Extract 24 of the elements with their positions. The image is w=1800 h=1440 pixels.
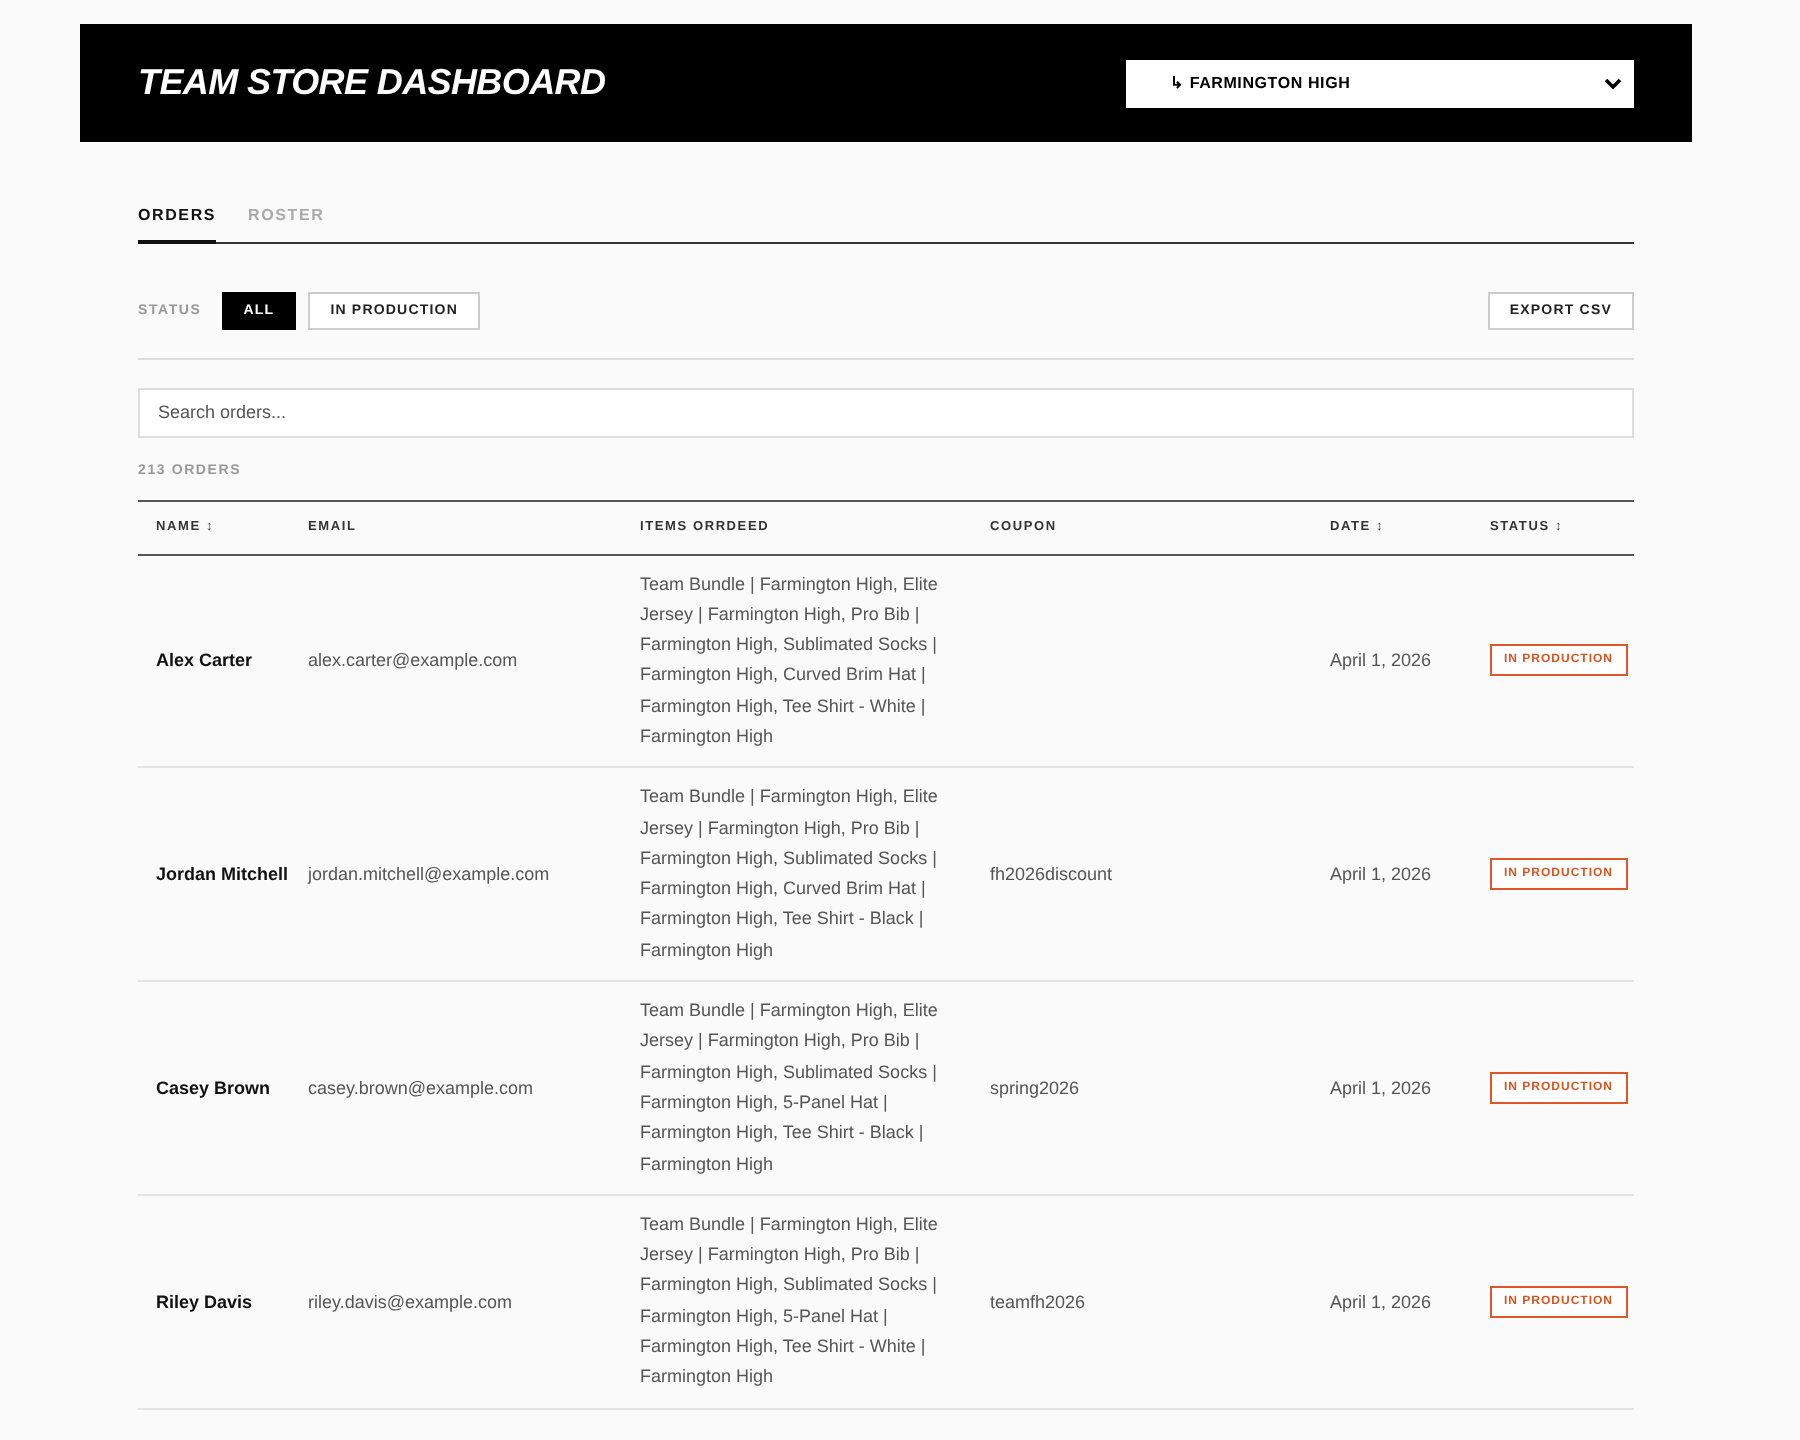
customer-name: Jordan Mitchell	[156, 864, 289, 885]
email-text: riley.davis@example.com	[308, 1291, 513, 1312]
email-text: casey.brown@example.com	[308, 1077, 534, 1098]
date-text: April 1, 2026	[1330, 1077, 1432, 1098]
items-text: Team Bundle | Farmington High, Elite Jersey | Farmington High, Pro Bib | Farmington High, Sublimated Socks | Farmington High, 5-Panel Hat | Farmington High, Tee Shirt - Black | Farmington High	[640, 998, 940, 1178]
school-select[interactable]: ↳ FARMINGTON HIGH	[1126, 59, 1634, 107]
search-field[interactable]: Search orders...	[138, 387, 1634, 437]
email-text: alex.carter@example.com	[308, 650, 518, 671]
dashboard-title: TEAM STORE DASHBOARD	[138, 62, 606, 104]
chevron-down-icon	[1604, 77, 1622, 89]
coupon-text: fh2026discount	[990, 864, 1113, 885]
customer-name: Alex Carter	[156, 650, 253, 671]
customer-name: Riley Davis	[156, 1291, 253, 1312]
items-text: Team Bundle | Farmington High, Elite Jersey | Farmington High, Pro Bib | Farmington High, Sublimated Socks | Farmington High, Curved Brim Hat | Farmington High, Tee Shirt - White | Farmington High	[640, 571, 940, 750]
date-text: April 1, 2026	[1330, 1291, 1432, 1312]
tab[interactable]: ORDERS	[138, 206, 217, 244]
date-text: April 1, 2026	[1330, 864, 1432, 885]
items-text: Team Bundle | Farmington High, Elite Jersey | Farmington High, Pro Bib | Farmington High, Sublimated Socks | Farmington High, Curved Brim Hat | Farmington High, Tee Shirt - Black | Farmington High	[640, 784, 940, 964]
email-text: jordan.mitchell@example.com	[308, 864, 550, 885]
coupon-text: spring2026	[990, 1077, 1080, 1098]
customer-name: Casey Brown	[156, 1077, 271, 1098]
coupon-text: teamfh2026	[990, 1291, 1086, 1312]
date-text: April 1, 2026	[1330, 650, 1432, 671]
items-text: Team Bundle | Farmington High, Elite Jersey | Farmington High, Pro Bib | Farmington High, Sublimated Socks | Farmington High, 5-Panel Hat | Farmington High, Tee Shirt - White | Farmington High	[640, 1211, 940, 1391]
